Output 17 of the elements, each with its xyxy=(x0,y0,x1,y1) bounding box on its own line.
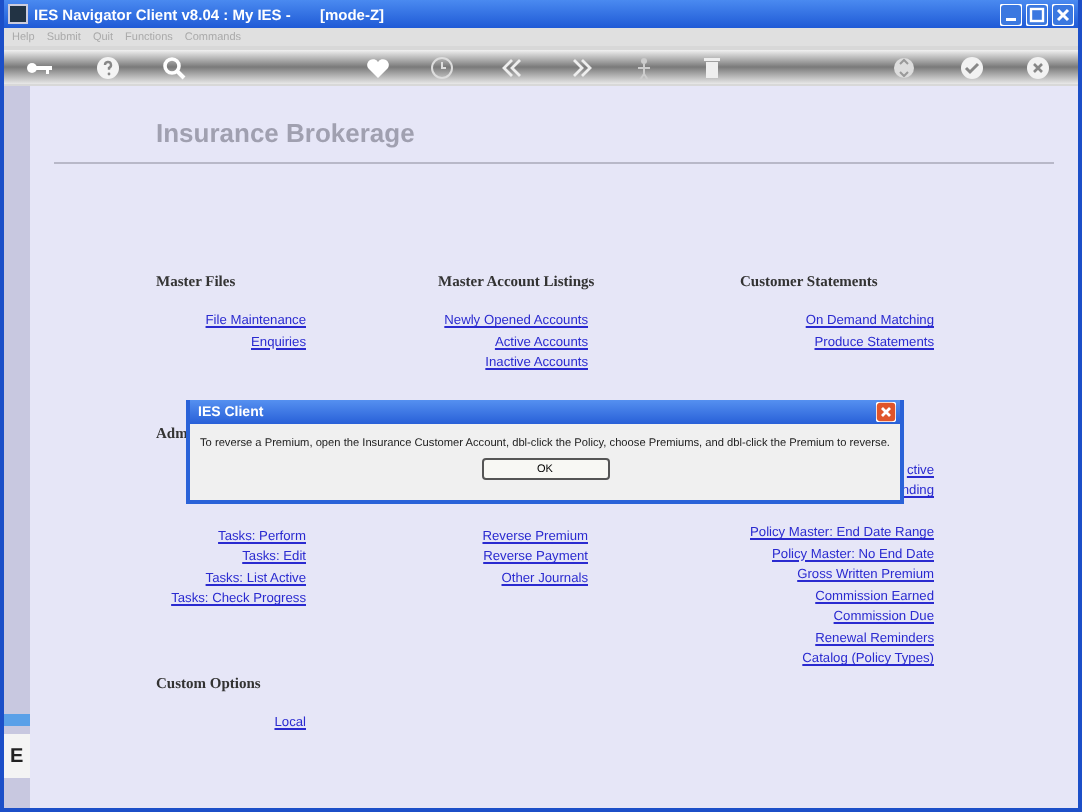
maximize-icon[interactable] xyxy=(1026,3,1048,25)
clock-icon[interactable] xyxy=(430,55,454,79)
help-icon[interactable] xyxy=(96,55,120,79)
double-left-icon[interactable] xyxy=(500,55,524,79)
double-right-icon[interactable] xyxy=(570,55,594,79)
close-icon[interactable] xyxy=(1052,3,1074,25)
close-icon[interactable] xyxy=(1026,55,1050,79)
search-icon[interactable] xyxy=(162,55,186,79)
window-label: E xyxy=(10,745,24,767)
figure-icon[interactable] xyxy=(632,55,656,79)
trash-icon[interactable] xyxy=(700,55,724,79)
app-icon xyxy=(8,4,28,24)
heart-icon[interactable] xyxy=(366,55,390,79)
close-icon[interactable] xyxy=(876,402,896,422)
page-title: Insurance Brokerage xyxy=(156,118,417,148)
minimize-icon[interactable] xyxy=(1000,3,1022,25)
check-icon[interactable] xyxy=(960,55,984,79)
